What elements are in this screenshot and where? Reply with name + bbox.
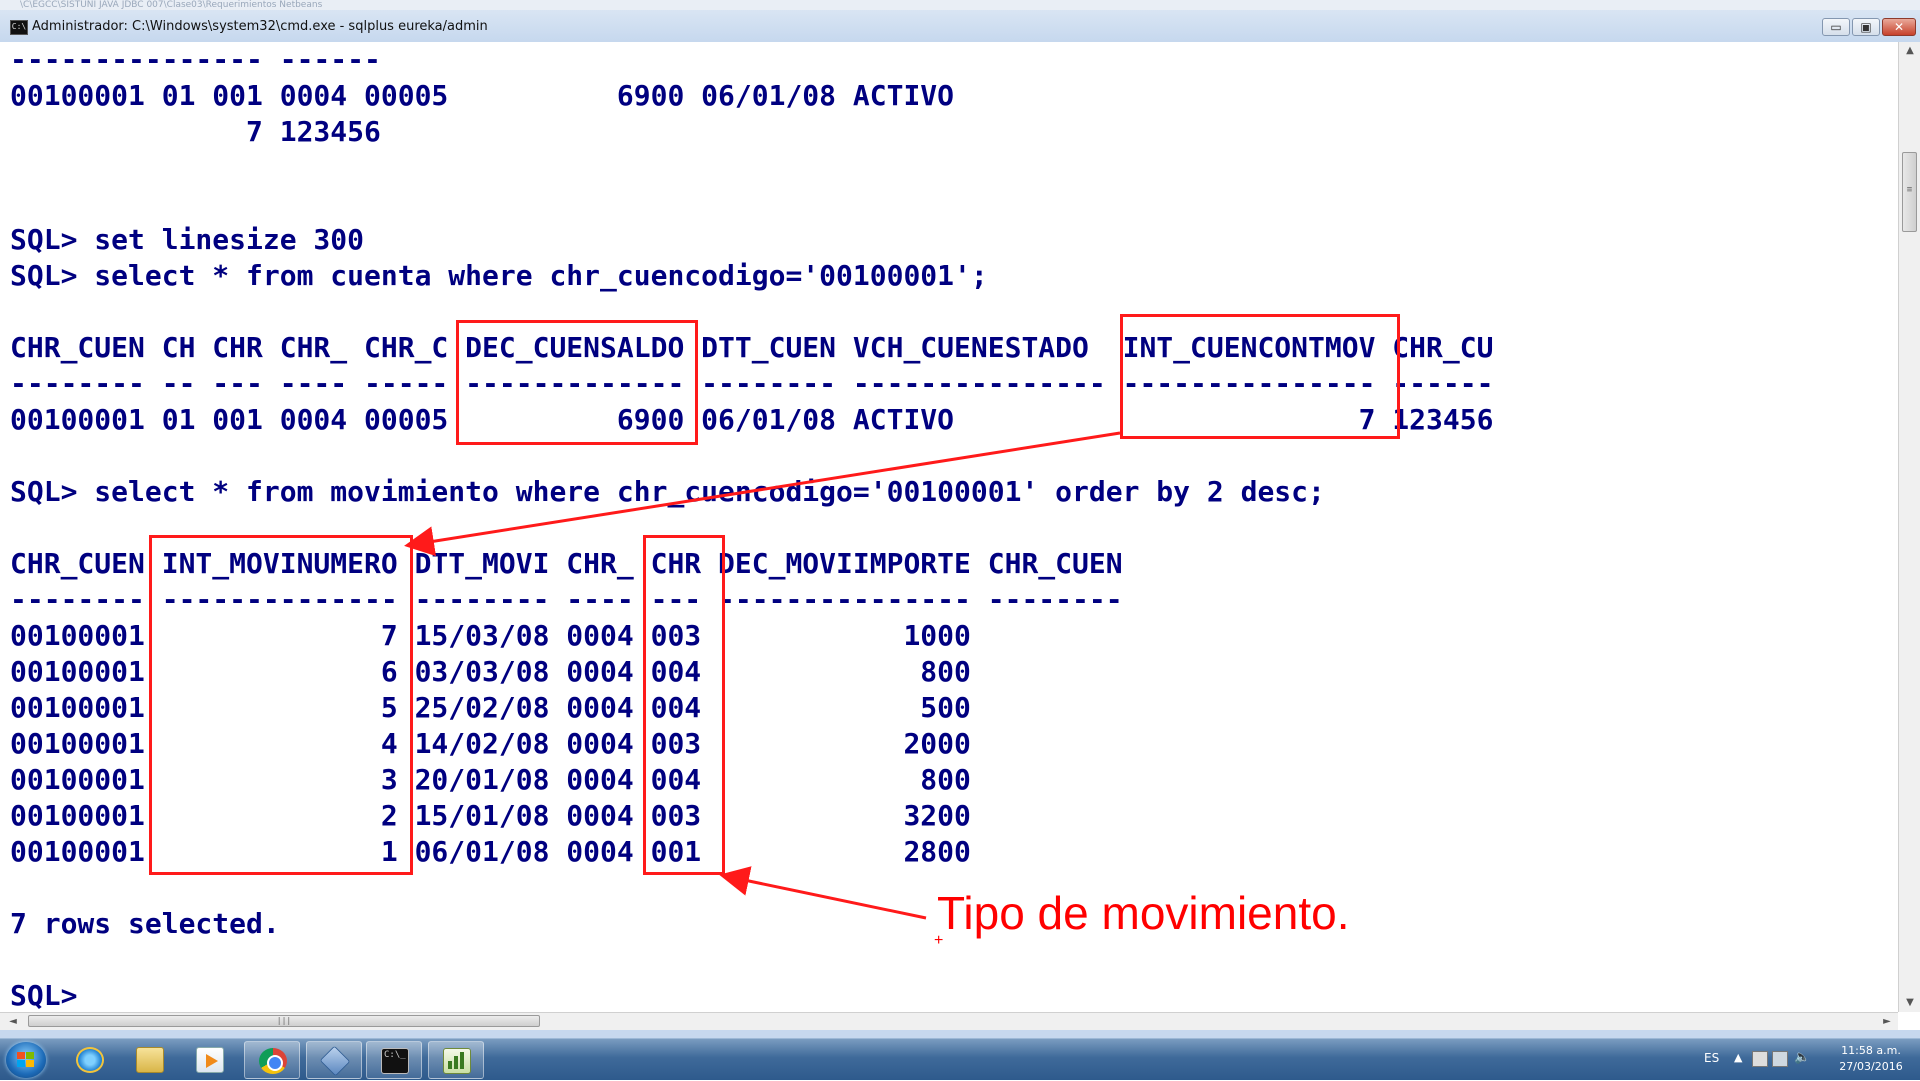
language-indicator[interactable]: ES — [1704, 1051, 1719, 1065]
window-bottom-border — [0, 1030, 1920, 1038]
scroll-right-icon[interactable]: ► — [1878, 1013, 1896, 1030]
maximize-icon: ▣ — [1860, 20, 1872, 34]
highlight-chr-tipo — [643, 535, 725, 875]
maximize-button[interactable]: ▣ — [1852, 18, 1880, 36]
action-center-icon[interactable] — [1752, 1051, 1768, 1067]
console-line: SQL> select * from cuenta where chr_cuen… — [10, 259, 988, 292]
media-player-icon — [196, 1047, 224, 1073]
folder-icon — [136, 1047, 164, 1073]
minimize-icon: ▭ — [1830, 20, 1842, 34]
console-line: SQL> select * from movimiento where chr_… — [10, 475, 1325, 508]
window-title-bar[interactable]: \C\EGCC\SISTUNI JAVA JDBC 007\Clase03\Re… — [0, 0, 1920, 43]
cursor-cross-icon: + — [934, 932, 944, 949]
highlight-dec-cuensaldo — [456, 320, 698, 445]
network-icon[interactable] — [1772, 1051, 1788, 1067]
internet-explorer-icon — [76, 1047, 104, 1073]
minimize-button[interactable]: ▭ — [1822, 18, 1850, 36]
scroll-left-icon[interactable]: ◄ — [4, 1013, 22, 1030]
clock-time[interactable]: 11:58 a.m. — [1832, 1044, 1910, 1057]
taskbar-notepad-chart[interactable] — [428, 1041, 484, 1079]
scroll-up-icon[interactable]: ▲ — [1899, 42, 1920, 60]
taskbar-media-player[interactable] — [182, 1041, 238, 1079]
close-button[interactable]: ✕ — [1882, 18, 1916, 36]
console-line: --------------- ------ — [10, 43, 381, 76]
console-line: 00100001 01 001 0004 00005 6900 06/01/08… — [10, 79, 955, 112]
horizontal-scrollbar[interactable]: ◄ ||| ► — [0, 1012, 1898, 1030]
chart-notepad-icon — [443, 1048, 471, 1074]
grip-icon: ≡ — [1906, 185, 1913, 195]
highlight-int-movinumero — [149, 535, 413, 875]
clock-date[interactable]: 27/03/2016 — [1832, 1060, 1910, 1073]
taskbar-chrome[interactable] — [244, 1041, 300, 1079]
console-prompt: SQL> — [10, 979, 78, 1012]
vertical-scrollbar[interactable]: ▲ ≡ ▼ — [1898, 42, 1920, 1012]
start-button[interactable] — [6, 1042, 46, 1078]
cmd-icon: C:\_ — [381, 1048, 409, 1074]
cmd-app-icon[interactable]: C:\ — [10, 20, 28, 35]
console-line: 7 123456 — [10, 115, 381, 148]
highlight-int-cuencontmov — [1120, 314, 1400, 439]
taskbar-file-explorer[interactable] — [122, 1041, 178, 1079]
taskbar-virtualbox[interactable] — [306, 1041, 362, 1079]
chrome-icon — [259, 1048, 287, 1074]
window-title: Administrador: C:\Windows\system32\cmd.e… — [32, 19, 488, 34]
scroll-down-icon[interactable]: ▼ — [1899, 994, 1920, 1012]
vertical-scroll-thumb[interactable]: ≡ — [1902, 152, 1917, 232]
volume-icon[interactable]: 🔈 — [1794, 1050, 1810, 1065]
taskbar-cmd[interactable]: C:\_ — [366, 1041, 422, 1079]
windows-logo-icon — [17, 1052, 35, 1068]
background-window-title: \C\EGCC\SISTUNI JAVA JDBC 007\Clase03\Re… — [0, 0, 1920, 10]
hgrip-icon: ||| — [276, 1016, 292, 1025]
console-line: SQL> set linesize 300 — [10, 223, 365, 256]
horizontal-scroll-thumb[interactable]: ||| — [28, 1015, 540, 1027]
taskbar: C:\_ ES ▲ 🔈 11:58 a.m. 27/03/2016 — [0, 1038, 1920, 1080]
taskbar-internet-explorer[interactable] — [62, 1041, 118, 1079]
close-icon: ✕ — [1893, 20, 1905, 34]
virtualbox-icon — [319, 1045, 351, 1077]
annotation-label: Tipo de movimiento. — [937, 887, 1350, 939]
show-hidden-icons-icon[interactable]: ▲ — [1734, 1051, 1742, 1064]
system-tray: ES ▲ 🔈 11:58 a.m. 27/03/2016 — [1700, 1039, 1920, 1081]
console-line: 7 rows selected. — [10, 907, 280, 940]
